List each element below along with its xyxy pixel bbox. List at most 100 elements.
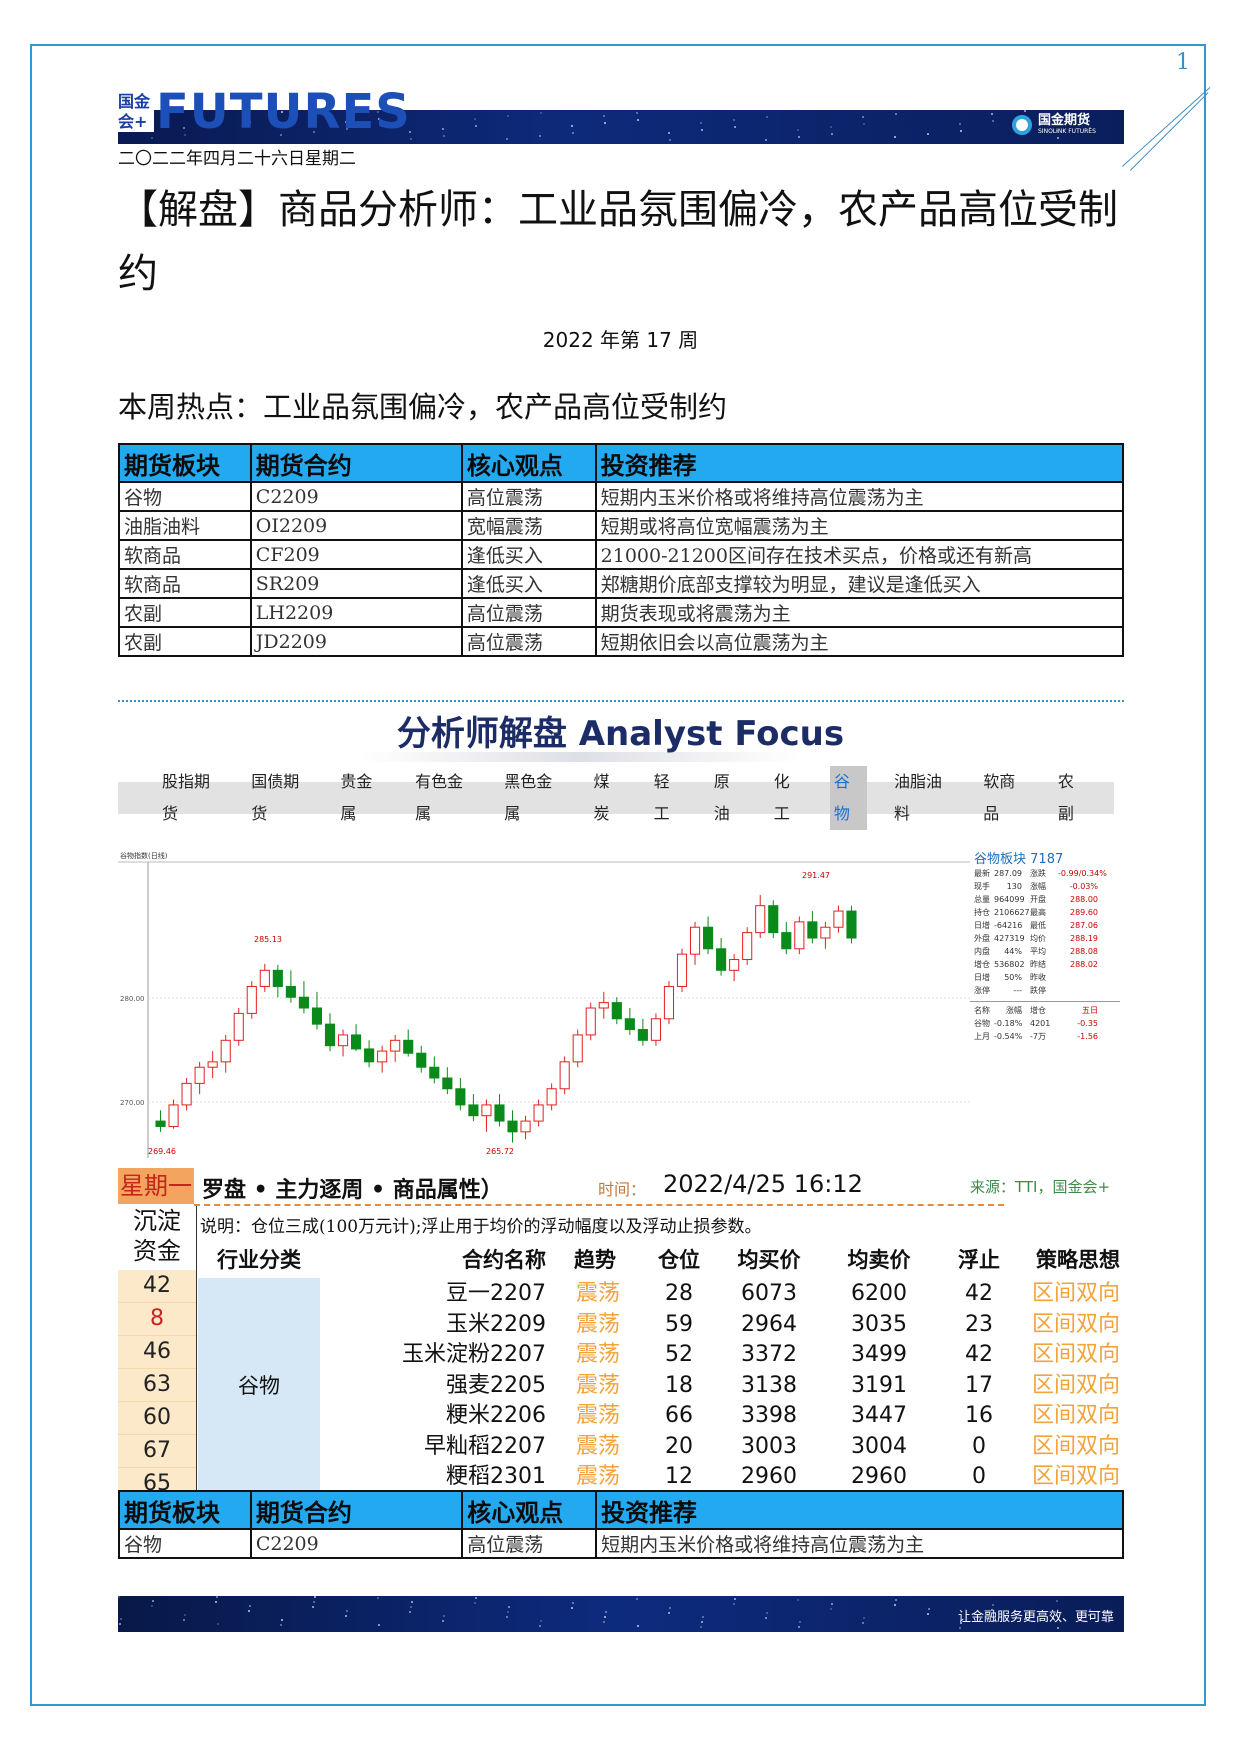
avg-sell-price: 3447 xyxy=(851,1403,907,1428)
star-dot xyxy=(572,132,574,134)
mini-row: 上月 -0.54% -7万 -1.56 xyxy=(970,1030,1120,1043)
star-dot xyxy=(992,1604,994,1606)
nav-tab-5[interactable]: 煤炭 xyxy=(589,766,626,830)
strategy-title: 罗盘 • 主力逐周 • 商品属性） xyxy=(202,1177,503,1203)
star-dot xyxy=(831,1603,833,1605)
header-contract: 期货合约 xyxy=(249,1490,464,1530)
table-row: 强麦2205 震荡 18 3138 3191 17 区间双向 xyxy=(320,1370,1120,1402)
cell-sector: 软商品 xyxy=(118,539,252,570)
capital-label-line2: 资金 xyxy=(133,1237,181,1265)
capital-column: 沉淀 资金 42 8 46 63 60 67 65 xyxy=(118,1206,196,1501)
contract-name: 玉米2209 xyxy=(446,1311,546,1337)
nav-tab-11[interactable]: 软商品 xyxy=(979,766,1031,830)
star-dot xyxy=(636,1598,638,1600)
nav-tab-4[interactable]: 黑色金属 xyxy=(500,766,566,830)
main-title: 【解盘】商品分析师：工业品氛围偏冷，农产品高位受制约 xyxy=(118,187,1118,297)
mini-cell: 4201 xyxy=(1030,1019,1051,1028)
nav-tab-12[interactable]: 农副 xyxy=(1054,766,1091,830)
candle-body xyxy=(637,1029,648,1041)
candle-body xyxy=(377,1050,388,1063)
nav-tab-9[interactable]: 谷物 xyxy=(829,766,868,830)
candle-body xyxy=(533,1104,544,1122)
star-dot xyxy=(507,1611,509,1613)
report-date: 二〇二二年四月二十六日星期二 xyxy=(118,149,356,169)
cell-recommendation: 短期或将高位宽幅震荡为主 xyxy=(594,510,1125,541)
cell-sector: 谷物 xyxy=(118,481,252,512)
candle-body xyxy=(494,1104,505,1122)
star-dot xyxy=(604,122,606,124)
table-row: 软商品 SR209 逢低买入 郑糖期价底部支撑较为明显，建议是逢低买入 xyxy=(118,568,1125,599)
summary-table: 期货板块 期货合约 核心观点 投资推荐 谷物 C2209 高位震荡 短期内玉米价格或将… xyxy=(118,443,1125,657)
nav-tab-3[interactable]: 有色金属 xyxy=(411,766,477,830)
star-dot xyxy=(992,120,994,122)
candle-body xyxy=(585,1007,596,1036)
candle-body xyxy=(846,910,857,939)
cell-view: 逢低买入 xyxy=(460,539,597,570)
nav-tab-8[interactable]: 化工 xyxy=(770,766,807,830)
position: 59 xyxy=(665,1311,693,1337)
nav-tab-10[interactable]: 油脂油料 xyxy=(890,766,956,830)
header-position: 仓位 xyxy=(658,1247,700,1272)
star-dot xyxy=(475,125,477,127)
star-dot xyxy=(862,116,864,118)
star-dot xyxy=(151,1605,153,1607)
candle-body xyxy=(194,1066,205,1084)
avg-buy-price: 3003 xyxy=(741,1433,797,1459)
cell-contract: SR209 xyxy=(249,568,463,599)
nav-tab-2[interactable]: 贵金属 xyxy=(336,766,388,830)
trend: 震荡 xyxy=(576,1372,621,1398)
table-header-row: 期货板块 期货合约 核心观点 投资推荐 xyxy=(118,1490,1124,1530)
candle-body xyxy=(455,1088,466,1106)
mini-header-cell: 增仓 xyxy=(1030,1006,1046,1015)
candle-body xyxy=(311,1007,323,1025)
nav-tab-6[interactable]: 轻工 xyxy=(650,766,687,830)
table-row: 谷物 C2209 高位震荡 短期内玉米价格或将维持高位震荡为主 xyxy=(118,481,1125,512)
star-dot xyxy=(927,133,929,135)
nav-tab-7[interactable]: 原油 xyxy=(710,766,747,830)
cell-view: 宽幅震荡 xyxy=(460,510,597,541)
header-recommendation: 投资推荐 xyxy=(595,1490,1124,1530)
star-dot xyxy=(280,1624,282,1626)
candle-body xyxy=(233,1012,244,1041)
week-label: 2022 年第 17 周 xyxy=(542,328,699,352)
star-dot xyxy=(442,1620,444,1622)
candle-body xyxy=(663,985,675,1020)
cell-view: 高位震荡 xyxy=(460,481,597,512)
cell-sector: 谷物 xyxy=(118,1528,252,1559)
nav-tab-0[interactable]: 股指期货 xyxy=(158,766,224,830)
quote-cell: 289.60 xyxy=(1070,908,1098,917)
star-dot xyxy=(991,113,993,115)
logo-name: 国金期货 xyxy=(1038,113,1091,128)
star-dot xyxy=(702,1616,704,1618)
annotation-high: 291.47 xyxy=(802,871,830,880)
candle-body xyxy=(298,996,309,1009)
capital-value: 60 xyxy=(118,1402,196,1435)
star-dot xyxy=(312,1606,314,1608)
quote-cell: --- xyxy=(1013,986,1022,995)
dotted-divider xyxy=(118,700,1124,702)
candle-body xyxy=(559,1061,570,1090)
star-dot xyxy=(701,1621,703,1623)
star-dot xyxy=(443,1615,445,1617)
quote-row: 最新 287.09 涨跌 -0.99/0.34% xyxy=(970,867,1120,880)
avg-sell-price: 3191 xyxy=(851,1372,907,1398)
star-dot xyxy=(474,1602,476,1604)
star-dot xyxy=(1057,1627,1059,1629)
dashed-divider xyxy=(194,1204,1004,1206)
trend: 震荡 xyxy=(576,1403,621,1428)
category-cell: 谷物 xyxy=(198,1278,320,1492)
quote-row: 涨停 --- 跌停 xyxy=(970,984,1120,997)
star-dot xyxy=(637,1625,639,1627)
quote-cell: -0.99/0.34% xyxy=(1058,869,1107,878)
candle-body xyxy=(364,1048,375,1063)
quote-cell: -64216 xyxy=(994,921,1023,930)
star-dot xyxy=(797,129,799,131)
star-dot xyxy=(474,118,476,120)
header-avg-sell: 均卖价 xyxy=(847,1247,911,1272)
nav-tab-1[interactable]: 国债期货 xyxy=(247,766,313,830)
star-dot xyxy=(345,1615,347,1617)
star-dot xyxy=(1025,1613,1027,1615)
table-row: 玉米2209 震荡 59 2964 3035 23 区间双向 xyxy=(320,1309,1120,1341)
cell-contract: OI2209 xyxy=(249,510,463,541)
table-row: 豆一2207 震荡 28 6073 6200 42 区间双向 xyxy=(320,1278,1120,1310)
